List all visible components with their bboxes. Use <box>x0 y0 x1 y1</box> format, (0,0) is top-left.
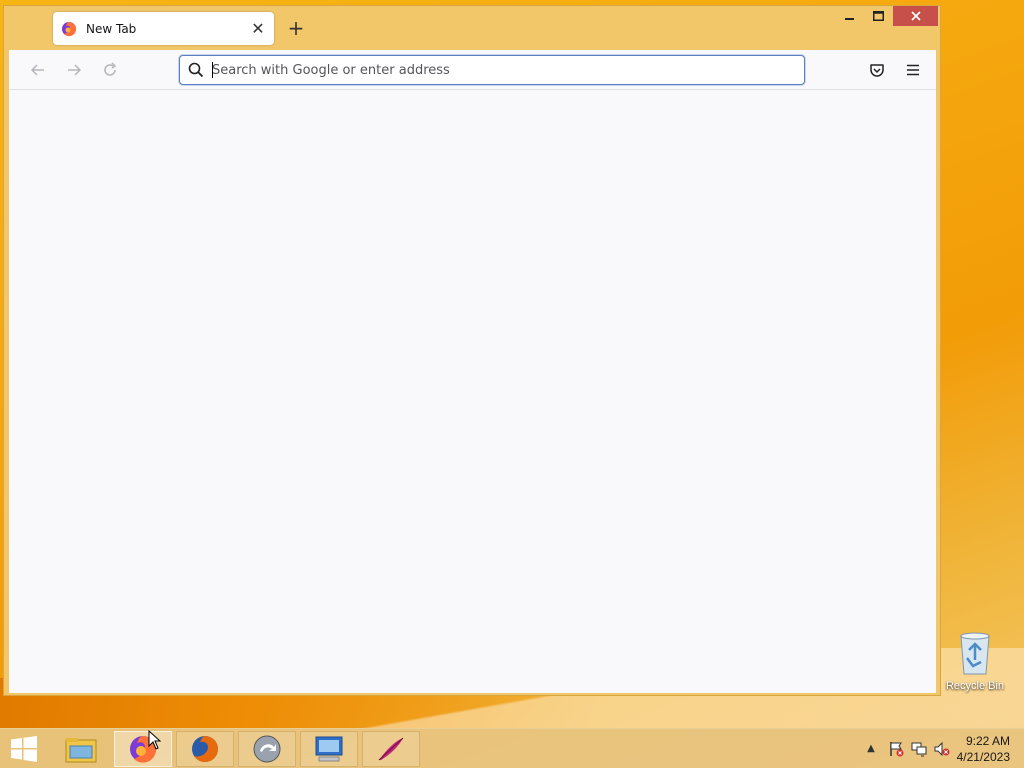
reload-button[interactable] <box>98 58 122 82</box>
reload-icon <box>104 62 117 76</box>
taskbar-firefox[interactable] <box>114 731 172 767</box>
minimize-button[interactable] <box>836 6 864 26</box>
firefox-favicon-icon <box>62 21 77 36</box>
feather-app-icon <box>378 737 404 761</box>
page-content[interactable] <box>9 90 936 693</box>
mouse-cursor-icon <box>148 730 162 750</box>
taskbar-update-app[interactable] <box>238 731 296 767</box>
recycle-bin-label: Recycle Bin <box>945 680 1005 692</box>
hamburger-menu-icon <box>907 64 919 76</box>
minimize-icon <box>845 18 854 20</box>
pocket-button[interactable] <box>865 58 889 82</box>
address-bar[interactable] <box>179 55 805 85</box>
text-caret <box>212 62 213 78</box>
clock[interactable]: 9:22 AM 4/21/2023 <box>957 733 1010 765</box>
tab-new-tab[interactable]: New Tab ✕ <box>53 12 274 45</box>
clock-time: 9:22 AM <box>965 734 1010 748</box>
close-window-button[interactable] <box>893 6 938 26</box>
windows-logo-icon <box>11 736 37 762</box>
volume-muted-icon[interactable] <box>934 741 950 757</box>
firefox-legacy-icon <box>192 736 219 763</box>
back-button[interactable] <box>26 58 50 82</box>
file-explorer-icon <box>65 738 97 763</box>
taskbar-file-explorer[interactable] <box>52 731 110 767</box>
new-tab-button[interactable]: + <box>284 16 308 40</box>
taskbar-remote-desktop[interactable] <box>300 731 358 767</box>
system-tray: ▲ 9:22 AM 4/21/2023 <box>844 729 1024 768</box>
action-center-flag-icon[interactable] <box>888 741 904 757</box>
start-button[interactable] <box>6 734 42 764</box>
app-menu-button[interactable] <box>901 58 925 82</box>
firefox-window: New Tab ✕ + <box>3 5 941 696</box>
taskbar-firefox-legacy[interactable] <box>176 731 234 767</box>
show-hidden-icons-button[interactable]: ▲ <box>864 741 878 755</box>
title-bar[interactable]: New Tab ✕ + <box>4 6 940 50</box>
remote-desktop-icon <box>315 736 343 762</box>
network-icon[interactable] <box>911 741 927 757</box>
update-icon <box>253 735 281 763</box>
recycle-bin-icon <box>960 632 990 675</box>
pocket-icon <box>870 64 884 77</box>
arrow-right-icon <box>68 64 82 76</box>
arrow-left-icon <box>30 64 44 76</box>
tab-title: New Tab <box>86 21 137 36</box>
clock-date: 4/21/2023 <box>956 750 1010 764</box>
navigation-toolbar <box>9 50 936 90</box>
taskbar-feather-app[interactable] <box>362 731 420 767</box>
maximize-icon <box>872 11 884 21</box>
maximize-button[interactable] <box>864 6 892 26</box>
close-icon <box>910 11 921 21</box>
search-icon <box>188 62 204 78</box>
recycle-bin[interactable]: Recycle Bin <box>942 630 1008 700</box>
forward-button[interactable] <box>62 58 86 82</box>
address-input[interactable] <box>212 59 772 81</box>
tab-close-icon[interactable]: ✕ <box>246 17 270 41</box>
